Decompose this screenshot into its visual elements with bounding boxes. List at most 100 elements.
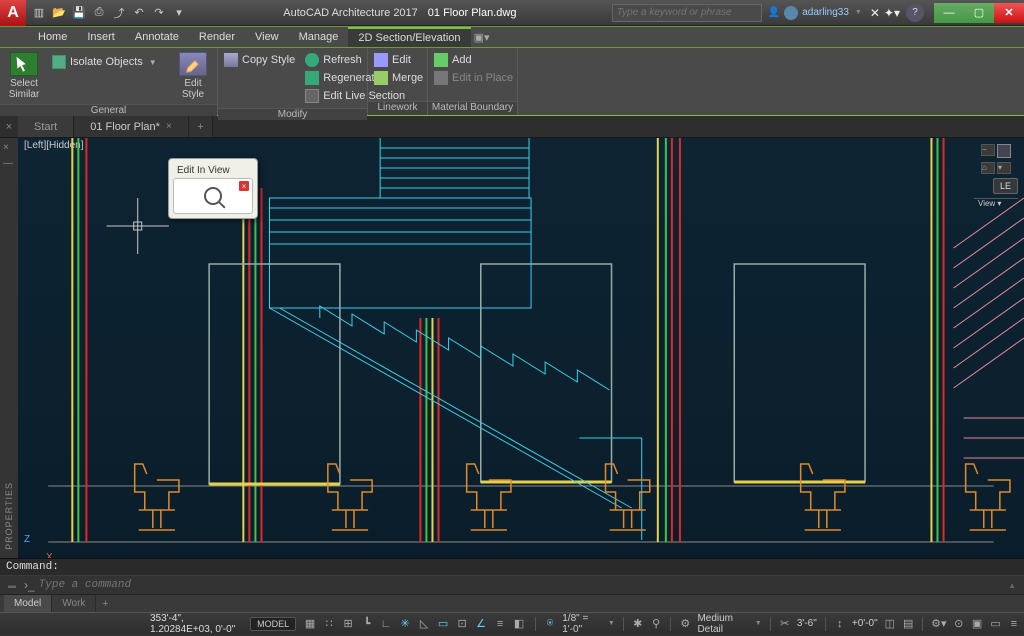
file-tab-add-button[interactable]: + [189,116,213,137]
dynamic-input-icon[interactable]: ┗ [359,616,375,632]
qat-save-icon[interactable]: 💾 [70,4,88,22]
linework-edit-button[interactable]: Edit [372,52,425,68]
command-line[interactable]: ▬ ›_ ▲ [0,576,1024,594]
viewcube-face-left[interactable]: LE [993,178,1018,194]
material-add-button[interactable]: Add [432,52,515,68]
autoscale-icon[interactable]: ⚲ [650,616,662,632]
material-edit-in-place-button[interactable]: Edit in Place [432,70,515,86]
file-tabs-close-icon[interactable]: × [0,116,18,137]
layerfilter-icon[interactable]: ▤ [902,616,914,632]
nav-view-label[interactable]: View ▾ [974,198,1018,208]
snap-icon[interactable]: ∷ [321,616,337,632]
otrack-icon[interactable]: ∠ [473,616,489,632]
tab-manage[interactable]: Manage [289,27,349,47]
ortho-icon[interactable]: ∟ [378,616,394,632]
isodraft-icon[interactable]: ◺ [416,616,432,632]
tab-render[interactable]: Render [189,27,245,47]
command-expand-icon[interactable]: ▬ [4,581,20,590]
osnap-icon[interactable]: ▭ [435,616,451,632]
polar-icon[interactable]: ✳ [397,616,413,632]
layout-tab-add-button[interactable]: + [96,595,114,612]
edit-style-button[interactable]: Edit Style [173,52,213,100]
command-history: Command: [0,559,1024,576]
hardware-accel-icon[interactable]: ⊙ [953,616,965,632]
qat-new-icon[interactable]: ▥ [30,4,48,22]
select-similar-button[interactable]: Select Similar [4,52,44,100]
ribbon-panel-general: Select Similar Isolate Objects ▼ Edit St… [0,48,218,115]
ribbon: Select Similar Isolate Objects ▼ Edit St… [0,48,1024,116]
tooltip-close-icon[interactable]: × [239,181,249,191]
qat-redo-icon[interactable]: ↷ [150,4,168,22]
file-tab-bar: × Start 01 Floor Plan*× + [0,116,1024,138]
nav-minus-icon[interactable]: − [981,144,995,156]
elevation-icon[interactable]: ↕ [834,616,846,632]
annotation-visibility-icon[interactable]: ✱ [632,616,644,632]
tab-home[interactable]: Home [28,27,77,47]
cut-plane-value[interactable]: 3'-6" [797,618,817,629]
nav-home-icon[interactable]: ⌂ [981,162,995,174]
command-line-area: Command: ▬ ›_ ▲ [0,558,1024,594]
app-logo-icon[interactable]: A [0,0,26,26]
help-icon[interactable]: ? [906,4,924,22]
layout-tab-model[interactable]: Model [4,595,52,612]
coordinates-readout[interactable]: 353'-4", 1.20284E+03, 0'-0" [150,613,244,635]
document-title: 01 Floor Plan.dwg [428,7,517,19]
tab-annotate[interactable]: Annotate [125,27,189,47]
detail-display-icon[interactable]: ⚙ [679,616,691,632]
command-recent-icon[interactable]: ▲ [1004,581,1020,590]
qat-undo-icon[interactable]: ↶ [130,4,148,22]
tab-overflow-icon[interactable]: ▣▾ [471,27,493,47]
annotation-scale-icon[interactable]: ⍟ [544,616,556,632]
cut-plane-icon[interactable]: ✂ [779,616,791,632]
qat-plot-icon[interactable]: ⤴ [110,4,128,22]
regenerate-icon [305,71,319,85]
grid-icon[interactable]: ▦ [302,616,318,632]
copy-style-button[interactable]: Copy Style [222,52,297,68]
ribbon-panel-linework: Edit Merge Linework [368,48,428,115]
file-tab-start[interactable]: Start [18,116,74,137]
workspace-switching-icon[interactable]: ⚙▾ [931,616,946,632]
close-button[interactable]: ✕ [994,3,1024,23]
replacez-icon[interactable]: ◫ [884,616,896,632]
favorite-icon[interactable]: ✦▾ [884,6,900,20]
exchange-apps-icon[interactable]: ✕ [870,6,880,20]
cleanscreen-icon[interactable]: ▭ [989,616,1001,632]
ribbon-panel-material-boundary: Add Edit in Place Material Boundary [428,48,518,115]
palette-close-icon[interactable]: × [3,142,15,154]
nav-drop-icon[interactable]: ▾ [997,162,1011,174]
annotation-scale-value[interactable]: 1/8" = 1'-0" [562,613,600,635]
minimize-button[interactable]: — [934,3,964,23]
palette-pin-icon[interactable]: — [3,158,15,170]
qat-saveas-icon[interactable]: ⎙ [90,4,108,22]
tab-view[interactable]: View [245,27,289,47]
avatar [784,6,798,20]
maximize-button[interactable]: ▢ [964,3,994,23]
viewcube-icon[interactable] [997,144,1011,158]
customization-icon[interactable]: ≡ [1008,616,1020,632]
file-tab-close-icon[interactable]: × [166,121,172,132]
detail-level[interactable]: Medium Detail [697,613,746,635]
isolate-icon[interactable]: ▣ [971,616,983,632]
3dosnap-icon[interactable]: ⊡ [454,616,470,632]
linework-merge-button[interactable]: Merge [372,70,425,86]
command-input[interactable] [39,579,1004,591]
help-search-input[interactable] [612,4,762,22]
file-tab-document[interactable]: 01 Floor Plan*× [74,116,189,137]
isolate-objects-icon [52,55,66,69]
lineweight-icon[interactable]: ≡ [492,616,508,632]
transparency-icon[interactable]: ◧ [511,616,527,632]
elevation-value[interactable]: +0'-0" [852,618,878,629]
qat-open-icon[interactable]: 📂 [50,4,68,22]
infer-icon[interactable]: ⊞ [340,616,356,632]
magnifier-icon [204,187,222,205]
drawing-canvas[interactable]: [Left][Hidden] [18,138,1024,558]
tab-insert[interactable]: Insert [77,27,125,47]
qat-more-icon[interactable]: ▾ [170,4,188,22]
tab-2d-section-elevation[interactable]: 2D Section/Elevation [348,27,470,47]
isolate-objects-button[interactable]: Isolate Objects ▼ [50,54,159,70]
user-account[interactable]: 👤 adarling33 ▼ [768,6,862,20]
properties-palette-label[interactable]: PROPERTIES [4,482,14,550]
space-toggle[interactable]: MODEL [250,617,296,631]
layout-tab-work[interactable]: Work [52,595,96,612]
tooltip-body[interactable]: × [173,178,253,214]
